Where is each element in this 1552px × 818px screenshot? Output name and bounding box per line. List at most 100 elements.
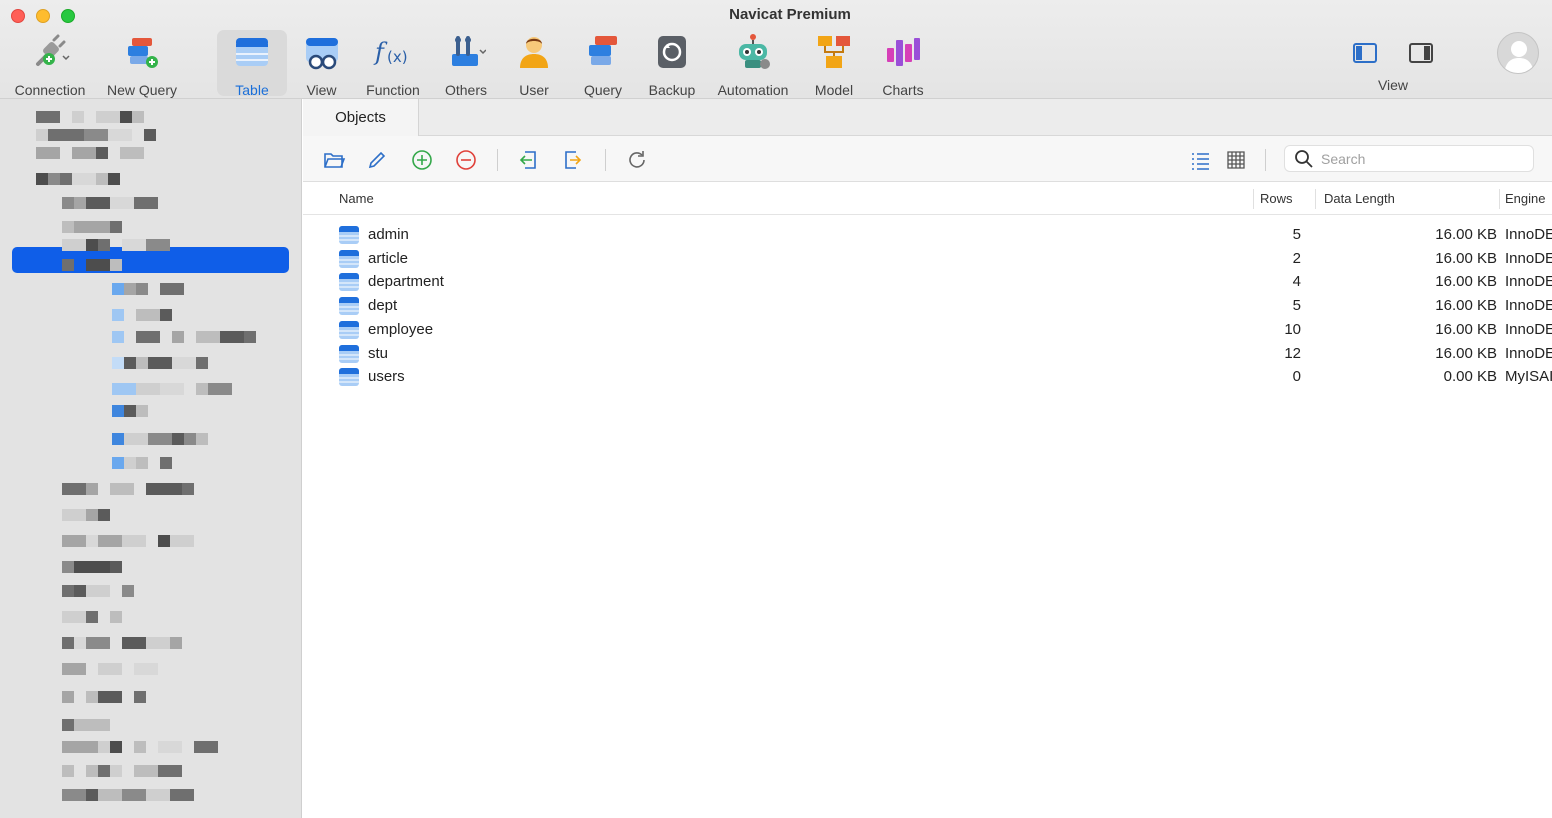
view-glasses-icon [302,32,342,72]
table-name: dept [368,297,398,315]
backup-label: Backup [648,82,696,98]
delete-table-button[interactable] [454,148,478,172]
grid-view-button[interactable] [1224,148,1248,172]
toolbar-divider [497,149,498,171]
column-header-engine[interactable]: Engine [1505,183,1545,215]
table-row[interactable]: admin 5 16.00 KB InnoDE [303,223,1552,247]
window-title: Navicat Premium [729,6,851,23]
user-button[interactable]: User [510,30,558,98]
search-icon [1295,149,1313,168]
table-name: article [368,249,409,267]
table-row[interactable]: dept 5 16.00 KB InnoDE [303,294,1552,318]
charts-icon [883,32,923,72]
search-input[interactable] [1321,150,1521,167]
import-icon [519,151,536,169]
toolbar-divider [605,149,606,171]
connection-plug-icon [30,32,70,72]
list-view-button[interactable] [1188,148,1212,172]
grid-view-icon [1227,151,1245,169]
table-icon [338,249,360,273]
table-button[interactable]: Table [217,30,287,98]
table-row[interactable]: users 0 0.00 KB MyISAI [303,365,1552,389]
connection-tree-sidebar[interactable] [0,99,302,818]
table-icon [232,32,272,72]
toolbar-divider [1265,149,1266,171]
column-header-data-length[interactable]: Data Length [1324,183,1395,215]
user-label: User [519,82,549,98]
sidebar-left-icon [1353,43,1377,63]
table-data-length: 16.00 KB [1435,273,1497,291]
open-table-button[interactable] [322,148,346,172]
table-name: department [368,273,444,291]
table-data-length: 16.00 KB [1435,344,1497,362]
table-row[interactable]: stu 12 16.00 KB InnoDE [303,342,1552,366]
table-data-length: 16.00 KB [1435,249,1497,267]
query-button[interactable]: Query [576,30,630,98]
user-silhouette-icon [1504,41,1534,73]
table-data-length: 0.00 KB [1443,368,1497,386]
table-engine: InnoDE [1505,226,1552,243]
folder-open-icon [324,153,346,168]
main-toolbar: Navicat Premium Connection New Query Tab… [0,0,1552,99]
plus-circle-icon [412,150,432,170]
connection-button[interactable]: Connection [8,30,92,98]
view-toggle-label: View [1377,77,1409,93]
table-engine: MyISAI [1505,368,1552,386]
column-divider [1253,189,1254,209]
table-name: employee [368,320,434,338]
table-row[interactable]: employee 10 16.00 KB InnoDE [303,318,1552,342]
connection-label: Connection [14,82,86,98]
new-query-icon [122,32,162,72]
function-label: Function [366,82,420,98]
tab-objects[interactable]: Objects [303,99,419,136]
column-header-rows[interactable]: Rows [1260,183,1293,215]
charts-button[interactable]: Charts [876,30,930,98]
table-data-length: 16.00 KB [1435,320,1497,338]
query-icon [583,32,623,72]
user-icon [514,32,554,72]
export-wizard-button[interactable] [560,148,584,172]
table-engine: InnoDE [1505,320,1552,338]
function-button[interactable]: f (x) Function [360,30,426,98]
account-avatar[interactable] [1497,32,1539,74]
table-row-count: 10 [1284,320,1301,338]
export-icon [565,151,582,169]
svg-text:f: f [373,38,388,66]
toggle-left-panel-button[interactable] [1352,42,1378,64]
table-name: admin [368,226,409,243]
minus-circle-icon [456,150,476,170]
table-engine: InnoDE [1505,344,1552,362]
search-box[interactable] [1284,145,1534,172]
table-label: Table [235,82,269,98]
table-icon [338,225,360,249]
toggle-right-panel-button[interactable] [1408,42,1434,64]
table-icon [338,344,360,368]
new-query-button[interactable]: New Query [100,30,184,98]
table-row-count: 12 [1284,344,1301,362]
table-row-count: 5 [1292,297,1301,315]
view-button[interactable]: View [294,30,349,98]
import-wizard-button[interactable] [517,148,541,172]
model-icon [814,32,854,72]
table-name: users [368,368,405,386]
refresh-button[interactable] [625,148,649,172]
table-engine: InnoDE [1505,297,1552,315]
new-table-button[interactable] [410,148,434,172]
table-name: stu [368,344,389,362]
automation-button[interactable]: Automation [712,30,794,98]
table-data-length: 16.00 KB [1435,226,1497,243]
view-label: View [306,82,337,98]
column-header-name[interactable]: Name [339,183,374,215]
others-button[interactable]: Others [436,30,496,98]
table-icon [338,367,360,391]
automation-robot-icon [733,32,773,72]
query-label: Query [583,82,623,98]
backup-button[interactable]: Backup [643,30,701,98]
objects-panel: Objects Search Name Rows Data Length Eng… [303,99,1552,818]
table-row-count: 5 [1292,226,1301,243]
model-button[interactable]: Model [808,30,860,98]
table-row[interactable]: department 4 16.00 KB InnoDE [303,270,1552,294]
design-table-button[interactable] [365,148,389,172]
table-row[interactable]: article 2 16.00 KB InnoDE [303,247,1552,271]
svg-text:(x): (x) [387,48,408,66]
